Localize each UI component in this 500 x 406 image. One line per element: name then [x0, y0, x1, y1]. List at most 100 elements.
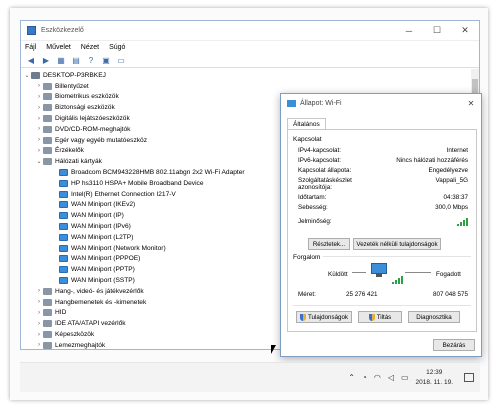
tree-node-label: WAN Miniport (IKEv2): [71, 201, 136, 209]
expand-icon[interactable]: ›: [35, 126, 43, 132]
expand-icon[interactable]: ›: [35, 288, 43, 294]
device-manager-icon: [27, 26, 36, 35]
volume-icon[interactable]: ◁: [388, 373, 394, 382]
device-category-icon: [43, 309, 52, 317]
tree-node-label: HP hs3110 HSPA+ Mobile Broadband Device: [71, 179, 204, 187]
uac-shield-icon: [299, 313, 306, 321]
network-tray-icon[interactable]: ◔: [362, 373, 367, 382]
duration-row: Időtartam: 04:38:37: [298, 194, 468, 201]
tree-node-label: DVD/CD-ROM-meghajtók: [55, 125, 131, 133]
received-label: Fogadott: [436, 271, 461, 278]
properties-button[interactable]: Tulajdonságok: [296, 311, 352, 323]
clock-time: 12:39: [426, 368, 443, 376]
wifi-icon: [287, 99, 296, 107]
expand-icon[interactable]: ›: [35, 321, 43, 327]
tree-node-label: WAN Miniport (PPPOE): [71, 255, 141, 263]
tree-node-label: Billentyűzet: [55, 82, 89, 90]
expand-icon[interactable]: ›: [35, 83, 43, 89]
back-arrow-icon[interactable]: ◀: [25, 56, 37, 66]
device-category-icon: [43, 115, 52, 123]
properties-icon[interactable]: ▦: [55, 56, 67, 66]
network-adapter-icon: [59, 244, 68, 252]
network-adapter-icon: [59, 201, 68, 209]
wifi-status-dialog: Állapot: Wi-Fi ✕ Általános Kapcsolat IPv…: [280, 93, 482, 357]
network-adapter-icon: [59, 190, 68, 198]
action-center-icon[interactable]: [464, 373, 474, 382]
expand-icon[interactable]: ›: [35, 310, 43, 316]
expand-icon[interactable]: ›: [35, 332, 43, 338]
device-category-icon: [43, 82, 52, 90]
expand-icon[interactable]: ⌄: [35, 158, 43, 165]
tree-node-label: Biztonsági eszközök: [55, 104, 115, 112]
device-category-icon: [43, 287, 52, 295]
tree-node[interactable]: › Billentyűzet: [21, 81, 479, 92]
window-title: Eszközkezelő: [41, 27, 84, 34]
toolbar: ◀ ▶ ▦ ▤ ? ▣ ▭: [21, 54, 479, 68]
tree-node-label: Hang-, videó- és játékvezérlők: [55, 287, 144, 295]
wifi-tray-icon[interactable]: ◠: [374, 373, 381, 382]
device-category-icon: [43, 93, 52, 101]
signal-bars-icon: [457, 218, 468, 226]
general-panel: Kapcsolat IPv4-kapcsolat: Internet IPv6-k…: [287, 129, 477, 332]
network-activity-icon: [368, 263, 390, 279]
expand-icon[interactable]: ›: [35, 299, 43, 305]
wireless-properties-button[interactable]: Vezeték nélküli tulajdonságok: [353, 238, 441, 250]
speed-row: Sebesség: 300,0 Mbps: [298, 204, 468, 211]
tree-node-label: Intel(R) Ethernet Connection I217-V: [71, 190, 176, 198]
network-adapter-icon: [59, 169, 68, 177]
close-button[interactable]: ✕: [451, 21, 479, 40]
network-adapter-icon: [59, 233, 68, 241]
dialog-close-icon[interactable]: ✕: [461, 99, 481, 108]
details-button[interactable]: Részletek...: [308, 238, 350, 250]
scan-hardware-icon[interactable]: ▣: [100, 56, 112, 66]
menu-view[interactable]: Nézet: [81, 44, 99, 51]
tree-node-label: Lemezmeghajtók: [55, 341, 106, 349]
received-line: [405, 272, 431, 273]
tree-node-label: Hangbemenetek és -kimenetek: [55, 298, 147, 306]
update-driver-icon[interactable]: ▤: [70, 56, 82, 66]
help-icon[interactable]: ?: [85, 56, 97, 66]
close-dialog-button[interactable]: Bezárás: [433, 339, 475, 351]
network-adapter-icon: [59, 255, 68, 263]
network-adapter-icon: [59, 179, 68, 187]
menu-file[interactable]: Fájl: [25, 44, 36, 51]
maximize-button[interactable]: ☐: [423, 21, 451, 40]
tree-node-label: WAN Miniport (IPv6): [71, 223, 131, 231]
expand-icon[interactable]: ›: [35, 116, 43, 122]
menu-help[interactable]: Súgó: [109, 44, 125, 51]
diagnose-button[interactable]: Diagnosztika: [408, 311, 460, 323]
dialog-title: Állapot: Wi-Fi: [300, 99, 342, 107]
expand-icon[interactable]: ›: [35, 94, 43, 100]
network-adapter-icon: [59, 277, 68, 285]
tree-node-label: Digitális lejátszóeszközök: [55, 115, 130, 123]
expand-icon[interactable]: ›: [35, 342, 43, 348]
expand-icon[interactable]: ›: [35, 137, 43, 143]
disable-button[interactable]: Tiltás: [358, 311, 402, 323]
tree-node-label: Érzékelők: [55, 147, 84, 155]
device-category-icon: [43, 158, 52, 166]
clock[interactable]: 12:39 2018. 11. 19.: [416, 368, 453, 388]
connection-heading: Kapcsolat: [293, 136, 322, 143]
device-category-icon: [43, 104, 52, 112]
tree-root[interactable]: ⌄ DESKTOP-P3RBKEJ: [21, 70, 479, 81]
tree-node-label: Biometrikus eszközök: [55, 93, 119, 101]
menu-action[interactable]: Művelet: [46, 44, 71, 51]
title-bar: Eszközkezelő ─ ☐ ✕: [21, 21, 479, 41]
tree-node-label: WAN Miniport (IP): [71, 212, 124, 220]
sent-label: Küldött: [328, 271, 348, 278]
expand-icon[interactable]: ›: [35, 105, 43, 111]
minimize-button[interactable]: ─: [395, 21, 423, 40]
sent-line: [352, 272, 366, 273]
show-hidden-icons-icon[interactable]: ⌃: [348, 373, 355, 382]
ipv4-row: IPv4-kapcsolat: Internet: [298, 147, 468, 154]
bytes-row: Méret: 25 276 421 807 048 575: [298, 291, 468, 298]
tree-node-label: WAN Miniport (PPTP): [71, 266, 135, 274]
computer-icon: [31, 71, 40, 79]
monitor-icon[interactable]: ▭: [115, 56, 127, 66]
tree-node-label: IDE ATA/ATAPI vezérlők: [55, 320, 126, 328]
expand-icon[interactable]: ›: [35, 148, 43, 154]
collapse-icon[interactable]: ⌄: [23, 72, 31, 79]
battery-icon[interactable]: ▭: [401, 373, 409, 382]
tree-node-label: Hálózati kártyák: [55, 158, 102, 166]
forward-arrow-icon[interactable]: ▶: [40, 56, 52, 66]
